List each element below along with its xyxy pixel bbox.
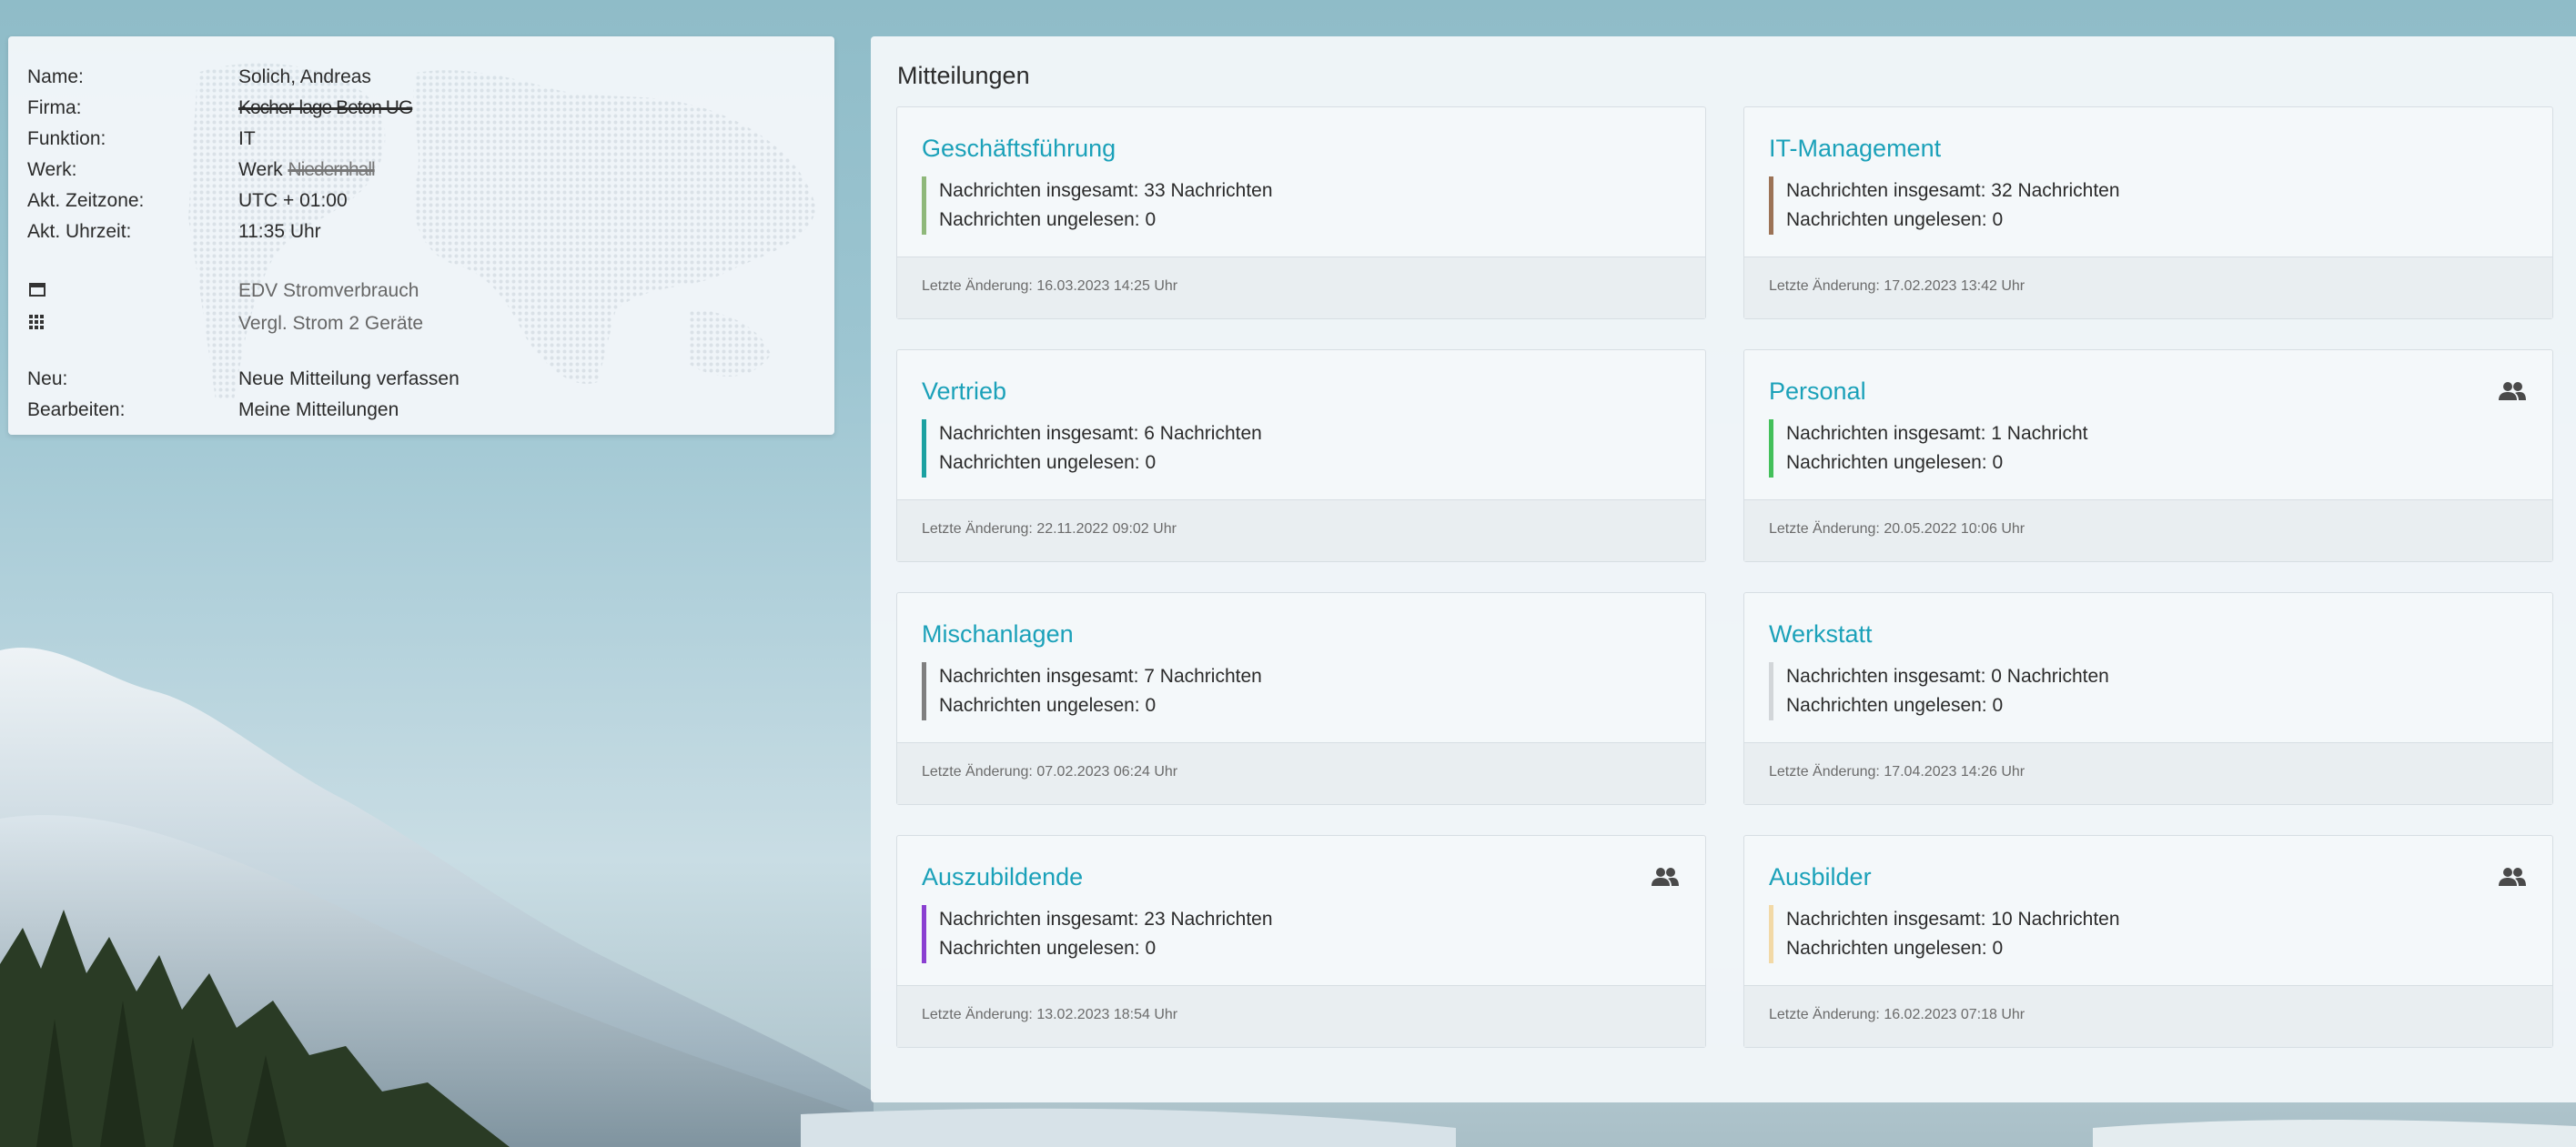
plant-redacted: Niedernhall (288, 159, 375, 180)
card-total: Nachrichten insgesamt: 6 Nachrichten (939, 423, 1262, 444)
card-unread: Nachrichten ungelesen: 0 (1786, 452, 2004, 473)
card-unread: Nachrichten ungelesen: 0 (939, 938, 1157, 959)
card-title[interactable]: Mischanlagen (922, 620, 1074, 649)
info-row-company: Firma: Kocher-lage Beton UG (27, 93, 834, 124)
info-value: IT (238, 128, 256, 149)
new-message-link[interactable]: Neue Mitteilung verfassen (238, 368, 460, 390)
info-label: Name: (27, 66, 84, 87)
info-label: Firma: (27, 97, 82, 118)
message-card-auszubildende[interactable]: Auszubildende Nachrichten insgesamt: 23 … (896, 835, 1706, 1048)
card-stats: Nachrichten insgesamt: 6 Nachrichten Nac… (922, 419, 1262, 478)
card-title[interactable]: Vertrieb (922, 377, 1006, 406)
card-title[interactable]: Auszubildende (922, 863, 1083, 891)
info-value: UTC + 01:00 (238, 190, 348, 211)
card-unread: Nachrichten ungelesen: 0 (939, 695, 1157, 716)
card-title[interactable]: Personal (1769, 377, 1866, 406)
message-card-vertrieb[interactable]: Vertrieb Nachrichten insgesamt: 6 Nachri… (896, 349, 1706, 562)
card-total: Nachrichten insgesamt: 33 Nachrichten (939, 180, 1273, 201)
info-label: Akt. Zeitzone: (27, 190, 145, 211)
info-row-name: Name: Solich, Andreas (27, 62, 834, 93)
user-info-panel: Name: Solich, Andreas Firma: Kocher-lage… (8, 36, 834, 435)
card-title[interactable]: Werkstatt (1769, 620, 1873, 649)
info-row-time: Akt. Uhrzeit: 11:35 Uhr (27, 216, 834, 247)
card-unread: Nachrichten ungelesen: 0 (1786, 938, 2004, 959)
grid-icon (27, 314, 238, 334)
card-stats: Nachrichten insgesamt: 32 Nachrichten Na… (1769, 176, 2120, 235)
action-label: Neu: (27, 368, 68, 389)
calendar-icon (27, 282, 238, 301)
my-messages-link[interactable]: Meine Mitteilungen (238, 399, 399, 421)
info-row-timezone: Akt. Zeitzone: UTC + 01:00 (27, 186, 834, 216)
info-label: Akt. Uhrzeit: (27, 221, 132, 242)
card-footer: Letzte Änderung: 20.05.2022 10:06 Uhr (1744, 499, 2552, 561)
message-card-personal[interactable]: Personal Nachrichten insgesamt: 1 Nachri… (1743, 349, 2553, 562)
card-unread: Nachrichten ungelesen: 0 (939, 452, 1157, 473)
action-edit-messages[interactable]: Bearbeiten: Meine Mitteilungen (27, 395, 834, 426)
info-label: Werk: (27, 159, 77, 180)
link-label[interactable]: Vergl. Strom 2 Geräte (238, 313, 423, 335)
group-icon (2499, 382, 2526, 400)
card-stats: Nachrichten insgesamt: 33 Nachrichten Na… (922, 176, 1273, 235)
card-footer: Letzte Änderung: 13.02.2023 18:54 Uhr (897, 985, 1705, 1047)
card-unread: Nachrichten ungelesen: 0 (1786, 209, 2004, 230)
message-card-ausbilder[interactable]: Ausbilder Nachrichten insgesamt: 10 Nach… (1743, 835, 2553, 1048)
card-stats: Nachrichten insgesamt: 23 Nachrichten Na… (922, 905, 1273, 963)
messages-panel: Mitteilungen Geschäftsführung Nachrichte… (871, 36, 2576, 1102)
action-new-message[interactable]: Neu: Neue Mitteilung verfassen (27, 364, 834, 395)
info-value-redacted: Kocher-lage Beton UG (238, 97, 413, 118)
card-title[interactable]: IT-Management (1769, 135, 1941, 163)
card-unread: Nachrichten ungelesen: 0 (939, 209, 1157, 230)
card-total: Nachrichten insgesamt: 23 Nachrichten (939, 909, 1273, 930)
message-card-mischanlagen[interactable]: Mischanlagen Nachrichten insgesamt: 7 Na… (896, 592, 1706, 805)
card-footer: Letzte Änderung: 22.11.2022 09:02 Uhr (897, 499, 1705, 561)
card-total: Nachrichten insgesamt: 1 Nachricht (1786, 423, 2088, 444)
card-footer: Letzte Änderung: 16.02.2023 07:18 Uhr (1744, 985, 2552, 1047)
card-footer: Letzte Änderung: 16.03.2023 14:25 Uhr (897, 257, 1705, 318)
message-card-it-management[interactable]: IT-Management Nachrichten insgesamt: 32 … (1743, 106, 2553, 319)
group-icon (2499, 868, 2526, 886)
card-total: Nachrichten insgesamt: 7 Nachrichten (939, 666, 1262, 687)
card-stats: Nachrichten insgesamt: 7 Nachrichten Nac… (922, 662, 1262, 720)
card-total: Nachrichten insgesamt: 10 Nachrichten (1786, 909, 2120, 930)
action-label: Bearbeiten: (27, 399, 126, 420)
info-label: Funktion: (27, 128, 106, 149)
card-total: Nachrichten insgesamt: 0 Nachrichten (1786, 666, 2109, 687)
card-stats: Nachrichten insgesamt: 0 Nachrichten Nac… (1769, 662, 2109, 720)
card-footer: Letzte Änderung: 17.04.2023 14:26 Uhr (1744, 742, 2552, 804)
card-footer: Letzte Änderung: 07.02.2023 06:24 Uhr (897, 742, 1705, 804)
card-title[interactable]: Geschäftsführung (922, 135, 1116, 163)
card-footer: Letzte Änderung: 17.02.2023 13:42 Uhr (1744, 257, 2552, 318)
link-power-compare[interactable]: Vergl. Strom 2 Geräte (27, 307, 834, 340)
info-row-function: Funktion: IT (27, 124, 834, 155)
info-value: 11:35 Uhr (238, 221, 321, 242)
info-value: Werk Niedernhall (238, 159, 376, 181)
card-total: Nachrichten insgesamt: 32 Nachrichten (1786, 180, 2120, 201)
card-stats: Nachrichten insgesamt: 10 Nachrichten Na… (1769, 905, 2120, 963)
link-power-consumption[interactable]: EDV Stromverbrauch (27, 275, 834, 307)
info-value: Solich, Andreas (238, 66, 371, 87)
message-card-geschaeftsfuehrung[interactable]: Geschäftsführung Nachrichten insgesamt: … (896, 106, 1706, 319)
plant-prefix: Werk (238, 159, 288, 180)
message-card-werkstatt[interactable]: Werkstatt Nachrichten insgesamt: 0 Nachr… (1743, 592, 2553, 805)
link-label[interactable]: EDV Stromverbrauch (238, 280, 419, 302)
card-title[interactable]: Ausbilder (1769, 863, 1872, 891)
info-row-plant: Werk: Werk Niedernhall (27, 155, 834, 186)
card-unread: Nachrichten ungelesen: 0 (1786, 695, 2004, 716)
card-stats: Nachrichten insgesamt: 1 Nachricht Nachr… (1769, 419, 2087, 478)
page-title: Mitteilungen (897, 62, 1030, 89)
group-icon (1652, 868, 1679, 886)
